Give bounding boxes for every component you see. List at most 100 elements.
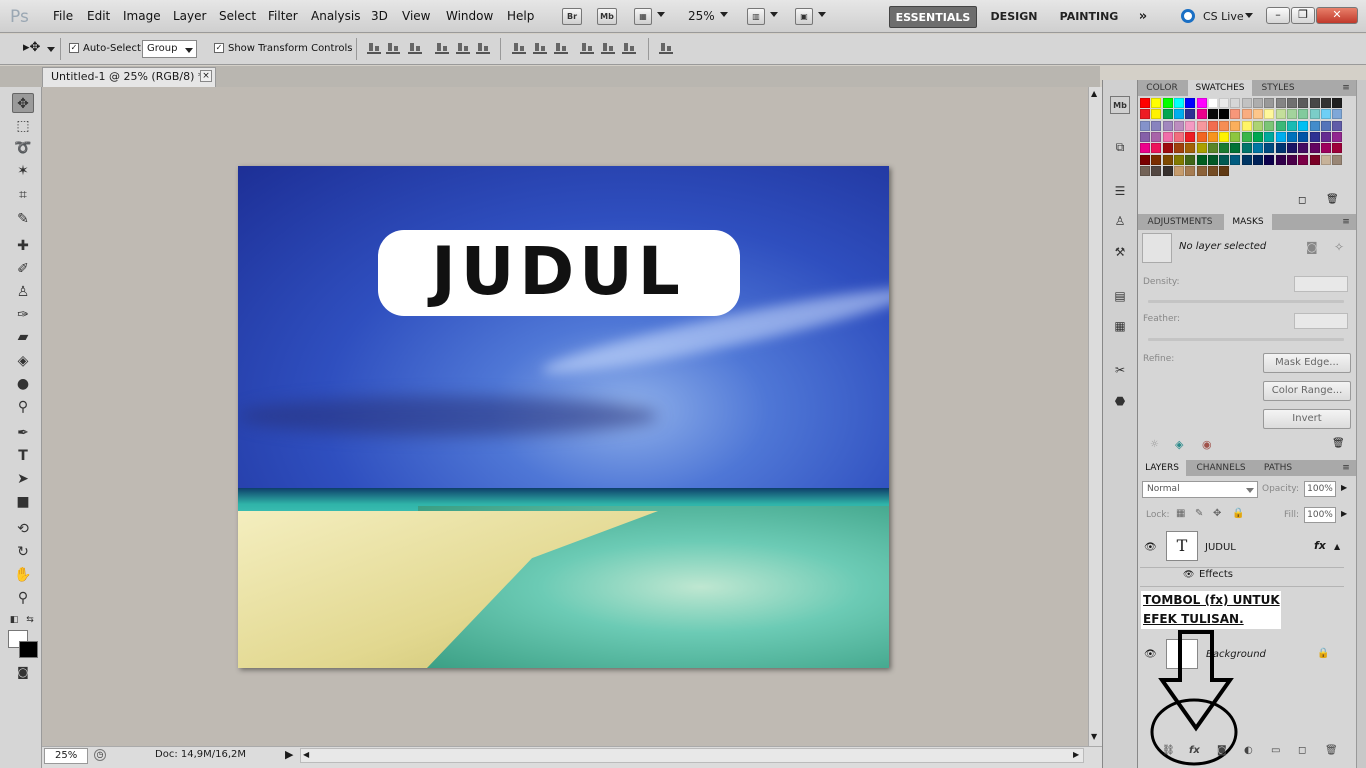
color-swatch[interactable] xyxy=(1230,131,1241,142)
color-swatch[interactable] xyxy=(1230,109,1241,120)
color-swatch[interactable] xyxy=(1151,109,1162,120)
color-range-button[interactable]: Color Range... xyxy=(1263,381,1351,401)
panels-scrollbar[interactable] xyxy=(1356,80,1366,768)
align-vcenter-icon[interactable] xyxy=(386,42,400,54)
color-swatch[interactable] xyxy=(1185,143,1196,154)
color-swatch[interactable] xyxy=(1140,143,1150,154)
color-swatch[interactable] xyxy=(1219,143,1230,154)
color-swatch[interactable] xyxy=(1264,98,1275,108)
color-swatch[interactable] xyxy=(1332,98,1343,108)
color-swatch[interactable] xyxy=(1309,98,1320,108)
new-adjustment-layer-icon[interactable]: ◐ xyxy=(1244,745,1253,756)
align-bottom-icon[interactable] xyxy=(408,42,422,54)
color-swatch[interactable] xyxy=(1196,143,1207,154)
density-field[interactable] xyxy=(1294,276,1348,292)
workspace-painting[interactable]: PAINTING xyxy=(1058,6,1120,28)
color-swatch[interactable] xyxy=(1320,120,1331,131)
color-swatch[interactable] xyxy=(1298,154,1309,165)
new-layer-icon[interactable]: ◻ xyxy=(1298,745,1306,756)
color-swatch[interactable] xyxy=(1275,154,1286,165)
lock-pixels-icon[interactable]: ✎ xyxy=(1195,508,1203,519)
color-swatch[interactable] xyxy=(1151,131,1162,142)
color-swatch[interactable] xyxy=(1151,120,1162,131)
view-extras-icon[interactable]: ▦ xyxy=(634,8,652,25)
lock-all-icon[interactable]: 🔒 xyxy=(1232,508,1244,519)
menu-edit[interactable]: Edit xyxy=(87,9,110,23)
distribute-left-icon[interactable] xyxy=(580,42,594,54)
chevron-down-icon[interactable] xyxy=(770,12,778,17)
color-swatch[interactable] xyxy=(1196,120,1207,131)
color-swatch[interactable] xyxy=(1286,154,1297,165)
color-swatch[interactable] xyxy=(1207,98,1218,108)
lock-position-icon[interactable]: ✥ xyxy=(1213,508,1221,519)
pen-tool-icon[interactable]: ✒ xyxy=(12,423,34,443)
status-menu-arrow-icon[interactable]: ▶ xyxy=(285,748,293,761)
chevron-down-icon[interactable] xyxy=(1245,13,1253,18)
chevron-down-icon[interactable] xyxy=(185,48,193,53)
rectangle-tool-icon[interactable]: ■ xyxy=(12,492,34,512)
lock-transparency-icon[interactable]: ▦ xyxy=(1176,508,1185,519)
screen-mode-icon[interactable]: ▣ xyxy=(795,8,813,25)
color-swatch[interactable] xyxy=(1309,120,1320,131)
color-swatch[interactable] xyxy=(1264,143,1275,154)
distribute-vcenter-icon[interactable] xyxy=(533,42,547,54)
link-layers-icon[interactable]: ⛓ xyxy=(1162,745,1175,756)
eraser-tool-icon[interactable]: ▰ xyxy=(12,327,34,347)
color-swatch[interactable] xyxy=(1219,131,1230,142)
menu-filter[interactable]: Filter xyxy=(268,9,298,23)
layer-effects-icon[interactable]: fx xyxy=(1314,539,1326,552)
background-color-swatch[interactable] xyxy=(19,641,38,658)
color-swatch[interactable] xyxy=(1275,109,1286,120)
color-swatch[interactable] xyxy=(1140,109,1150,120)
color-swatch[interactable] xyxy=(1162,109,1173,120)
panel-menu-icon[interactable]: ≡ xyxy=(1338,460,1354,476)
color-swatch[interactable] xyxy=(1320,143,1331,154)
auto-select-checkbox[interactable]: ✓ xyxy=(69,43,79,53)
color-swatch[interactable] xyxy=(1185,165,1196,176)
color-swatch[interactable] xyxy=(1207,131,1218,142)
menu-view[interactable]: View xyxy=(402,9,430,23)
color-swatch[interactable] xyxy=(1185,109,1196,120)
panel-menu-icon[interactable]: ≡ xyxy=(1338,80,1354,96)
color-swatch[interactable] xyxy=(1286,98,1297,108)
tab-swatches[interactable]: SWATCHES xyxy=(1188,80,1252,96)
color-swatch[interactable] xyxy=(1196,131,1207,142)
crop-tool-icon[interactable]: ⌗ xyxy=(12,185,34,205)
color-swatch[interactable] xyxy=(1320,98,1331,108)
color-swatch[interactable] xyxy=(1173,154,1184,165)
chevron-down-icon[interactable] xyxy=(720,12,728,17)
swap-colors-icon[interactable]: ⇆ xyxy=(24,610,36,630)
scroll-down-icon[interactable]: ▼ xyxy=(1091,732,1097,741)
tab-color[interactable]: COLOR xyxy=(1138,80,1186,96)
color-swatch[interactable] xyxy=(1298,143,1309,154)
scroll-left-icon[interactable]: ◀ xyxy=(303,750,309,759)
color-swatch[interactable] xyxy=(1275,120,1286,131)
color-swatch[interactable] xyxy=(1196,165,1207,176)
move-tool-preset-icon[interactable]: ▸✥ xyxy=(23,40,40,55)
chevron-down-icon[interactable] xyxy=(1246,488,1254,493)
color-swatch[interactable] xyxy=(1162,154,1173,165)
paint-bucket-tool-icon[interactable]: ◈ xyxy=(12,351,34,371)
color-swatch[interactable] xyxy=(1219,120,1230,131)
color-swatch[interactable] xyxy=(1253,120,1263,131)
color-swatch[interactable] xyxy=(1140,131,1150,142)
color-swatch[interactable] xyxy=(1241,109,1252,120)
distribute-hcenter-icon[interactable] xyxy=(601,42,615,54)
marquee-tool-icon[interactable]: ⬚ xyxy=(12,116,34,136)
menu-window[interactable]: Window xyxy=(446,9,493,23)
move-tool-icon[interactable]: ✥ xyxy=(12,93,34,113)
color-swatch[interactable] xyxy=(1162,98,1173,108)
align-left-icon[interactable] xyxy=(435,42,449,54)
color-swatch[interactable] xyxy=(1162,120,1173,131)
status-info-icon[interactable]: ◷ xyxy=(94,749,106,761)
blend-mode-dropdown[interactable]: Normal xyxy=(1142,481,1258,498)
color-swatch[interactable] xyxy=(1219,109,1230,120)
color-swatch[interactable] xyxy=(1230,154,1241,165)
align-hcenter-icon[interactable] xyxy=(456,42,470,54)
color-swatch[interactable] xyxy=(1264,120,1275,131)
history-icon[interactable]: ⧉ xyxy=(1110,138,1130,156)
feather-slider[interactable] xyxy=(1148,338,1344,341)
color-swatch[interactable] xyxy=(1275,131,1286,142)
load-selection-icon[interactable]: ☼ xyxy=(1150,439,1159,450)
minimize-icon[interactable]: – xyxy=(1266,7,1290,24)
